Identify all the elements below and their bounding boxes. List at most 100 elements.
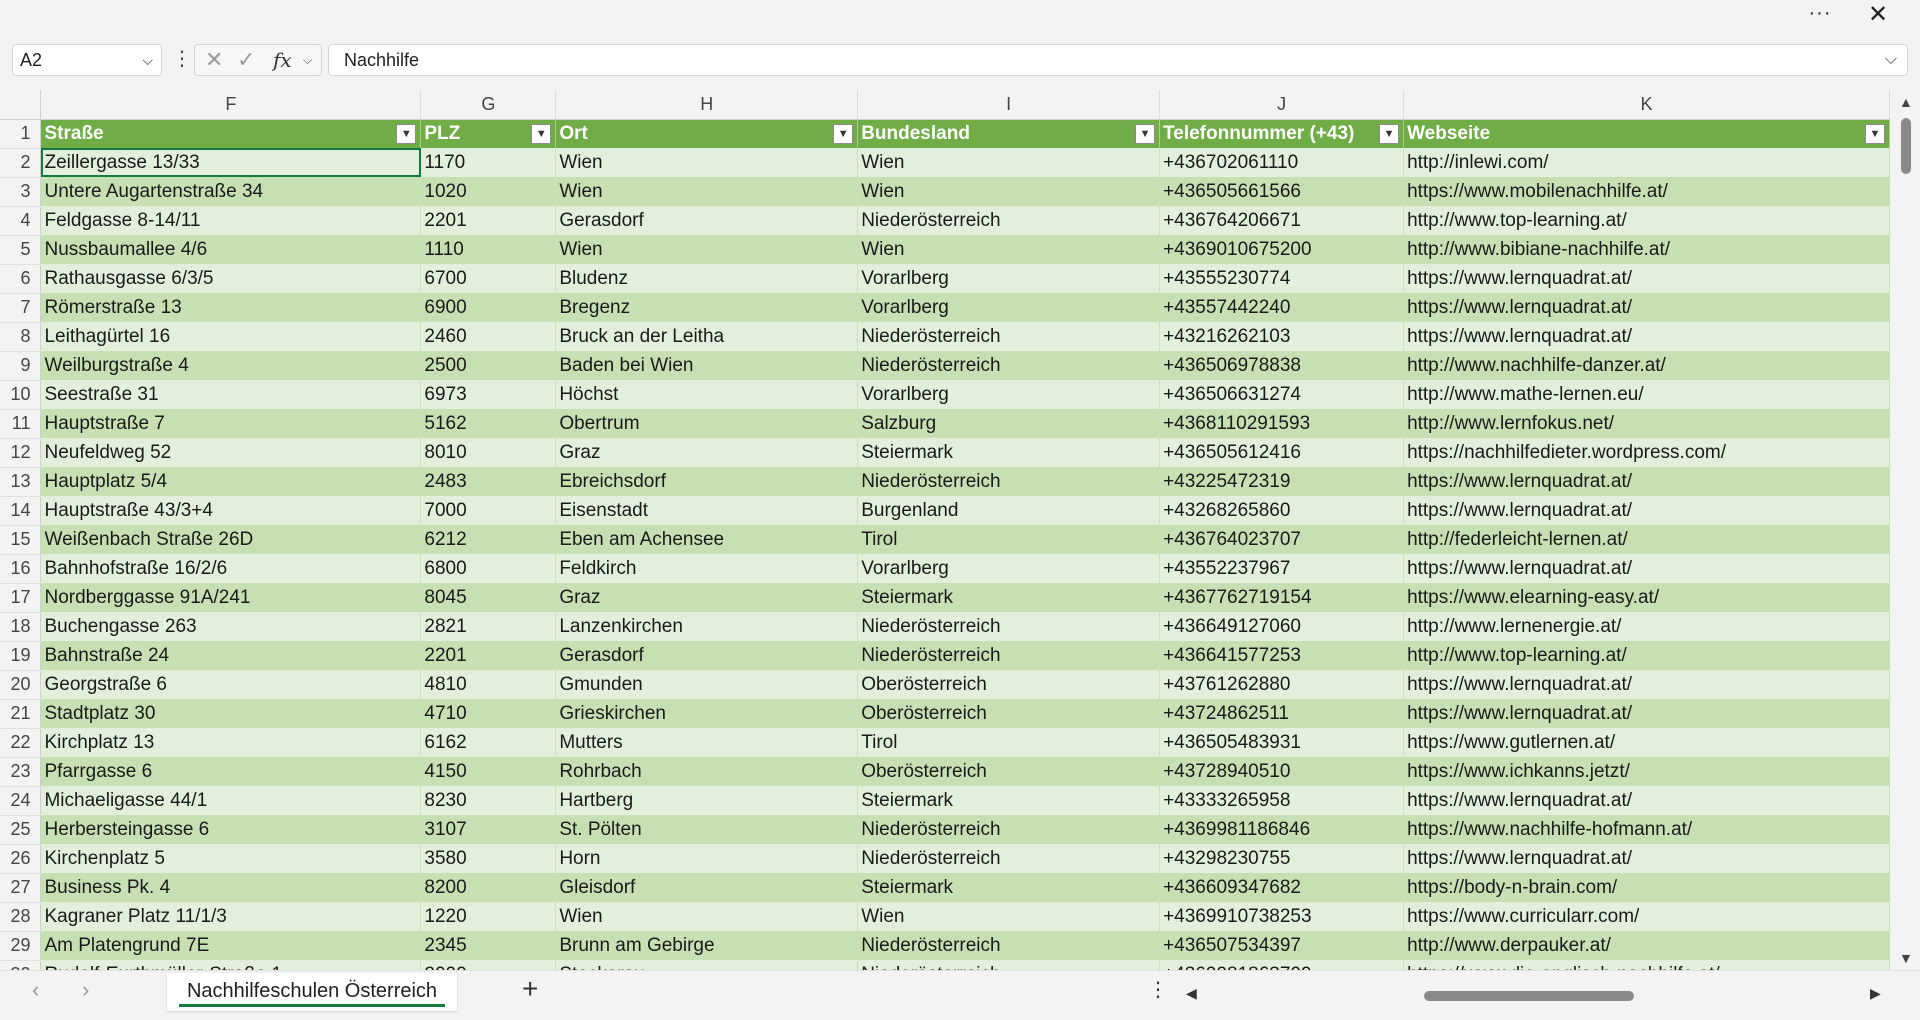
cell-plz[interactable]: 1170 bbox=[420, 148, 557, 177]
header-webseite[interactable]: Webseite ▼ bbox=[1403, 119, 1890, 148]
cell-strasse[interactable]: Hauptstraße 7 bbox=[40, 409, 422, 438]
cell-strasse[interactable]: Rudolf-Eurthmüller-Straße 1 bbox=[40, 960, 422, 970]
cell-ort[interactable]: Lanzenkirchen bbox=[555, 612, 859, 641]
cell-ort[interactable]: Gerasdorf bbox=[555, 641, 859, 670]
cell-ort[interactable]: St. Pölten bbox=[555, 815, 859, 844]
cell-telefonnummer[interactable]: +436764206671 bbox=[1159, 206, 1405, 235]
cell-telefonnummer[interactable]: +436505483931 bbox=[1159, 728, 1405, 757]
row-header[interactable]: 13 bbox=[0, 467, 42, 497]
chevron-down-icon[interactable]: ⌵ bbox=[303, 45, 312, 75]
cell-ort[interactable]: Gleisdorf bbox=[555, 873, 859, 902]
cell-strasse[interactable]: Feldgasse 8-14/11 bbox=[40, 206, 422, 235]
cell-webseite[interactable]: http://www.top-learning.at/ bbox=[1403, 206, 1890, 235]
cell-webseite[interactable]: https://www.lernquadrat.at/ bbox=[1403, 844, 1890, 873]
chevron-down-icon[interactable]: ⌵ bbox=[142, 45, 153, 75]
cell-telefonnummer[interactable]: +436506978838 bbox=[1159, 351, 1405, 380]
cell-plz[interactable]: 6973 bbox=[420, 380, 557, 409]
next-sheet-icon[interactable]: › bbox=[82, 977, 89, 1003]
cell-bundesland[interactable]: Vorarlberg bbox=[857, 264, 1161, 293]
vertical-dots-icon[interactable]: ⋮ bbox=[1148, 977, 1168, 1002]
cell-ort[interactable]: Bruck an der Leitha bbox=[555, 322, 859, 351]
cell-plz[interactable]: 1220 bbox=[420, 902, 557, 931]
cell-strasse[interactable]: Am Platengrund 7E bbox=[40, 931, 422, 960]
cell-webseite[interactable]: https://www.lernquadrat.at/ bbox=[1403, 670, 1890, 699]
cell-webseite[interactable]: https://www.lernquadrat.at/ bbox=[1403, 786, 1890, 815]
column-header-g[interactable]: G bbox=[420, 90, 557, 120]
cell-telefonnummer[interactable]: +4369981186846 bbox=[1159, 815, 1405, 844]
cell-bundesland[interactable]: Steiermark bbox=[857, 786, 1161, 815]
cell-ort[interactable]: Gerasdorf bbox=[555, 206, 859, 235]
cell-telefonnummer[interactable]: +43555230774 bbox=[1159, 264, 1405, 293]
column-header-f[interactable]: F bbox=[40, 90, 422, 120]
cell-bundesland[interactable]: Oberösterreich bbox=[857, 670, 1161, 699]
column-header-h[interactable]: H bbox=[555, 90, 859, 120]
cell-webseite[interactable]: https://www.lernquadrat.at/ bbox=[1403, 467, 1890, 496]
row-header[interactable]: 6 bbox=[0, 264, 42, 294]
cell-plz[interactable]: 3107 bbox=[420, 815, 557, 844]
formula-input[interactable]: Nachhilfe ⌵ bbox=[328, 44, 1908, 76]
cell-webseite[interactable]: https://www.lernquadrat.at/ bbox=[1403, 496, 1890, 525]
row-header[interactable]: 17 bbox=[0, 583, 42, 613]
cell-webseite[interactable]: https://www.lernquadrat.at/ bbox=[1403, 699, 1890, 728]
row-header[interactable]: 7 bbox=[0, 293, 42, 323]
cell-strasse[interactable]: Kirchenplatz 5 bbox=[40, 844, 422, 873]
cell-bundesland[interactable]: Niederösterreich bbox=[857, 322, 1161, 351]
vertical-scrollbar[interactable]: ▲ ▼ bbox=[1892, 90, 1920, 970]
cell-webseite[interactable]: https://www.nachhilfe-hofmann.at/ bbox=[1403, 815, 1890, 844]
row-header[interactable]: 1 bbox=[0, 119, 42, 149]
cell-bundesland[interactable]: Steiermark bbox=[857, 873, 1161, 902]
cell-bundesland[interactable]: Steiermark bbox=[857, 583, 1161, 612]
cell-strasse[interactable]: Stadtplatz 30 bbox=[40, 699, 422, 728]
cell-webseite[interactable]: https://www.die-englisch-nachhilfe.at/ bbox=[1403, 960, 1890, 970]
cell-strasse[interactable]: Nussbaumallee 4/6 bbox=[40, 235, 422, 264]
cell-plz[interactable]: 4710 bbox=[420, 699, 557, 728]
cell-bundesland[interactable]: Niederösterreich bbox=[857, 351, 1161, 380]
cell-plz[interactable]: 3580 bbox=[420, 844, 557, 873]
scroll-right-icon[interactable]: ▶ bbox=[1870, 985, 1881, 1002]
cell-webseite[interactable]: http://www.nachhilfe-danzer.at/ bbox=[1403, 351, 1890, 380]
cancel-icon[interactable]: ✕ bbox=[205, 45, 223, 75]
row-header[interactable]: 27 bbox=[0, 873, 42, 903]
cell-strasse[interactable]: Buchengasse 263 bbox=[40, 612, 422, 641]
row-header[interactable]: 16 bbox=[0, 554, 42, 584]
cell-ort[interactable]: Eben am Achensee bbox=[555, 525, 859, 554]
expand-formula-icon[interactable]: ⌵ bbox=[1885, 45, 1897, 75]
cell-ort[interactable]: Obertrum bbox=[555, 409, 859, 438]
row-header[interactable]: 10 bbox=[0, 380, 42, 410]
cell-strasse[interactable]: Nordberggasse 91A/241 bbox=[40, 583, 422, 612]
row-header[interactable]: 30 bbox=[0, 960, 42, 970]
cell-webseite[interactable]: https://www.curricularr.com/ bbox=[1403, 902, 1890, 931]
column-header-k[interactable]: K bbox=[1403, 90, 1890, 120]
cell-plz[interactable]: 6900 bbox=[420, 293, 557, 322]
cell-plz[interactable]: 4810 bbox=[420, 670, 557, 699]
row-header[interactable]: 28 bbox=[0, 902, 42, 932]
row-header[interactable]: 14 bbox=[0, 496, 42, 526]
cell-ort[interactable]: Gmunden bbox=[555, 670, 859, 699]
cell-bundesland[interactable]: Niederösterreich bbox=[857, 815, 1161, 844]
filter-dropdown-icon[interactable]: ▼ bbox=[1379, 123, 1400, 144]
cell-strasse[interactable]: Leithagürtel 16 bbox=[40, 322, 422, 351]
cell-ort[interactable]: Horn bbox=[555, 844, 859, 873]
row-header[interactable]: 4 bbox=[0, 206, 42, 236]
cell-plz[interactable]: 8045 bbox=[420, 583, 557, 612]
select-all-corner[interactable] bbox=[0, 90, 42, 120]
cell-webseite[interactable]: http://inlewi.com/ bbox=[1403, 148, 1890, 177]
row-header[interactable]: 24 bbox=[0, 786, 42, 816]
cell-plz[interactable]: 8200 bbox=[420, 873, 557, 902]
cell-plz[interactable]: 2821 bbox=[420, 612, 557, 641]
cell-telefonnummer[interactable]: +43216262103 bbox=[1159, 322, 1405, 351]
cell-ort[interactable]: Mutters bbox=[555, 728, 859, 757]
row-header[interactable]: 29 bbox=[0, 931, 42, 961]
cell-plz[interactable]: 2201 bbox=[420, 206, 557, 235]
cell-telefonnummer[interactable]: +436764023707 bbox=[1159, 525, 1405, 554]
filter-dropdown-icon[interactable]: ▼ bbox=[531, 123, 552, 144]
cell-strasse[interactable]: Untere Augartenstraße 34 bbox=[40, 177, 422, 206]
cell-strasse[interactable]: Römerstraße 13 bbox=[40, 293, 422, 322]
cell-telefonnummer[interactable]: +43724862511 bbox=[1159, 699, 1405, 728]
cell-webseite[interactable]: http://www.top-learning.at/ bbox=[1403, 641, 1890, 670]
cell-strasse[interactable]: Neufeldweg 52 bbox=[40, 438, 422, 467]
cell-ort[interactable]: Hartberg bbox=[555, 786, 859, 815]
row-header[interactable]: 22 bbox=[0, 728, 42, 758]
header-bundesland[interactable]: Bundesland ▼ bbox=[857, 119, 1161, 148]
cell-bundesland[interactable]: Niederösterreich bbox=[857, 467, 1161, 496]
